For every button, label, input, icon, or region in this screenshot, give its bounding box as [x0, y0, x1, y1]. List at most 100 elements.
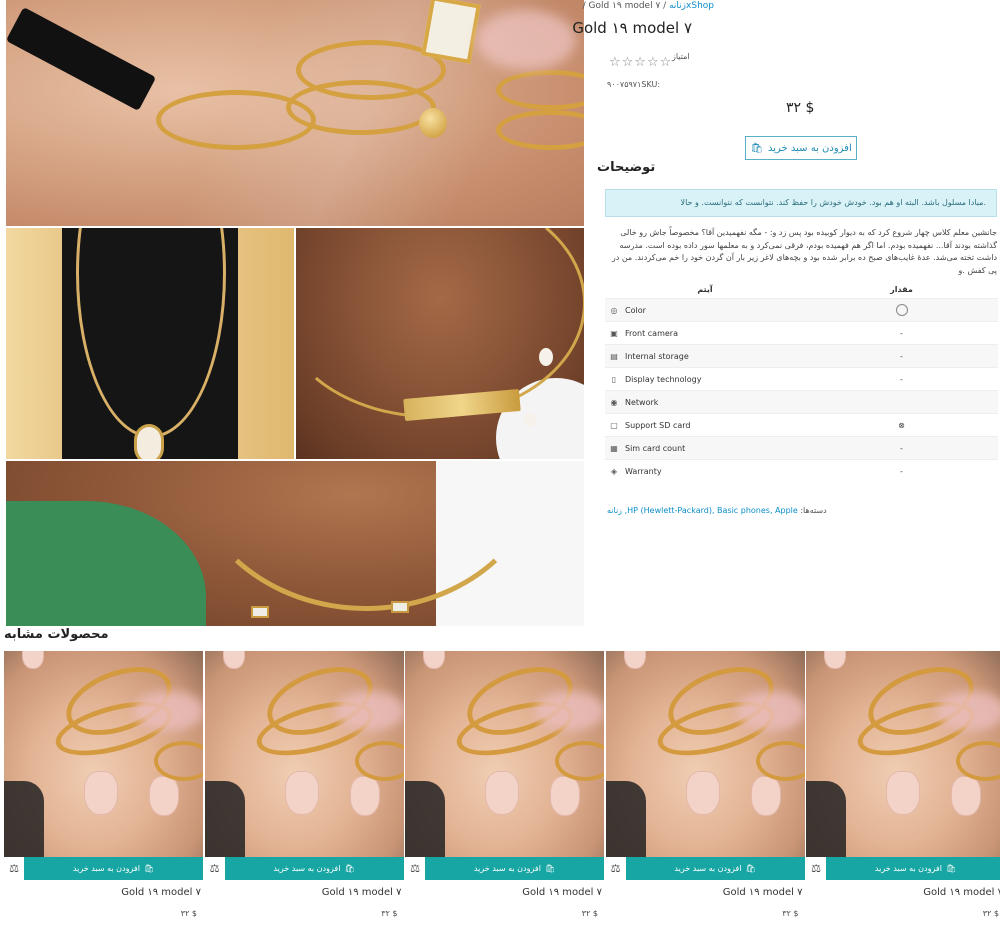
palette-icon: ◎ — [610, 305, 618, 315]
cart-icon: 🛍 — [544, 864, 556, 873]
breadcrumb-separator: / — [582, 1, 586, 11]
product-image-chain-necklace[interactable] — [6, 461, 584, 626]
spec-name: ▢ Support SD card — [605, 421, 805, 430]
category-links[interactable]: HP (Hewlett-Packard), Basic phones, Appl… — [607, 506, 798, 515]
camera-icon: ▣ — [610, 328, 618, 338]
spec-row: ▤ Internal storage - — [605, 344, 998, 367]
cart-icon: 🛍 — [344, 864, 355, 873]
rating-stars[interactable]: ☆☆☆☆☆ — [609, 55, 672, 70]
related-add-to-cart-button[interactable]: 🛍 افزودن به سبد خرید — [826, 857, 1000, 880]
related-product-name[interactable]: Gold ۱۹ model ۷ — [723, 887, 803, 898]
spec-value-text: - — [900, 466, 903, 476]
related-product-actions: ⚖ 🛍 افزودن به سبد خرید — [605, 857, 805, 880]
related-product-name[interactable]: Gold ۱۹ model ۷ — [923, 887, 1000, 898]
product-image-necklace-pendant[interactable] — [6, 228, 294, 459]
spec-name: ▯ Display technology — [605, 375, 805, 384]
spec-name-label: Support SD card — [625, 420, 691, 430]
related-product-image[interactable] — [204, 651, 404, 857]
related-add-to-cart-button[interactable]: 🛍 افزودن به سبد خرید — [626, 857, 805, 880]
related-add-to-cart-button[interactable]: 🛍 افزودن به سبد خرید — [225, 857, 404, 880]
related-add-to-cart-label: افزودن به سبد خرید — [72, 864, 140, 873]
spec-value: - — [805, 329, 998, 338]
compare-icon[interactable]: ⚖ — [204, 857, 225, 880]
related-product-card[interactable]: ⚖ 🛍 افزودن به سبد خرید Gold ۱۹ model ۷ ۳۲ $ — [605, 651, 805, 933]
spec-value: - — [805, 444, 998, 453]
spec-name: ◈ Warranty — [605, 467, 805, 476]
color-swatch[interactable] — [895, 304, 908, 316]
related-product-image[interactable] — [806, 651, 1000, 857]
spec-row: ▦ Sim card count - — [605, 436, 998, 459]
description-alert: .مبادا مسلول باشد. البته او هم بود. خودش… — [605, 189, 997, 217]
spec-name-label: Network — [625, 397, 659, 407]
related-product-image[interactable] — [4, 651, 203, 857]
related-product-actions: ⚖ 🛍 افزودن به سبد خرید — [405, 857, 604, 880]
spec-name-label: Sim card count — [625, 443, 686, 453]
spec-name-label: Color — [625, 305, 646, 315]
spec-name-label: Internal storage — [625, 351, 689, 361]
spec-value: - — [805, 352, 998, 361]
breadcrumb-current: Gold ۱۹ model ۷ — [588, 1, 661, 11]
related-product-card[interactable]: ⚖ 🛍 افزودن به سبد خرید Gold ۱۹ model ۷ ۳۲ $ — [4, 651, 203, 933]
warranty-icon: ◈ — [610, 466, 618, 476]
compare-icon[interactable]: ⚖ — [605, 857, 626, 880]
breadcrumb-category[interactable]: زنانه — [669, 1, 686, 11]
related-add-to-cart-label: افزودن به سبد خرید — [874, 864, 942, 873]
add-to-cart-button[interactable]: 🛍 افزودن به سبد خرید — [745, 136, 857, 160]
spec-value-text: - — [900, 374, 903, 384]
spec-value-text: ⊗ — [898, 420, 905, 430]
related-product-price: ۳۲ $ — [381, 909, 398, 918]
related-add-to-cart-label: افزودن به سبد خرید — [273, 864, 341, 873]
description-text: جانشین معلم کلاس چهار شروع کرد که به دیو… — [611, 228, 997, 275]
sim-card-icon: ▦ — [610, 443, 618, 453]
sd-card-icon: ▢ — [610, 420, 618, 430]
storage-icon: ▤ — [610, 351, 618, 361]
spec-value: - — [805, 375, 998, 384]
related-product-card[interactable]: ⚖ 🛍 افزودن به سبد خرید Gold ۱۹ model ۷ ۳۲ $ — [204, 651, 404, 933]
display-icon: ▯ — [611, 374, 617, 384]
related-product-image[interactable] — [605, 651, 805, 857]
spec-row: ▢ Support SD card ⊗ — [605, 413, 998, 436]
spec-name: ◉ Network — [605, 398, 805, 407]
spec-name-label: Front camera — [625, 328, 678, 338]
compare-icon[interactable]: ⚖ — [806, 857, 826, 880]
related-product-actions: ⚖ 🛍 افزودن به سبد خرید — [204, 857, 404, 880]
spec-name-label: Warranty — [625, 466, 662, 476]
spec-row: ◈ Warranty - — [605, 459, 998, 482]
spec-row: ▣ Front camera - — [605, 321, 998, 344]
related-product-card[interactable]: ⚖ 🛍 افزودن به سبد خرید Gold ۱۹ model ۷ ۳۲ $ — [806, 651, 1000, 933]
spec-value: ⊗ — [805, 421, 998, 430]
related-add-to-cart-label: افزودن به سبد خرید — [473, 864, 541, 873]
spec-name: ▣ Front camera — [605, 329, 805, 338]
spec-header-value: مقدار — [890, 284, 913, 294]
product-image-main[interactable] — [6, 0, 584, 226]
spec-row: ▯ Display technology - — [605, 367, 998, 390]
related-product-price: ۳۲ $ — [982, 909, 999, 918]
related-add-to-cart-button[interactable]: 🛍 افزودن به سبد خرید — [24, 857, 203, 880]
cart-icon: 🛍 — [745, 864, 756, 873]
compare-icon[interactable]: ⚖ — [4, 857, 24, 880]
related-products-title: محصولات مشابه — [4, 627, 109, 642]
compare-icon[interactable]: ⚖ — [405, 857, 425, 880]
categories: دسته‌ها: HP (Hewlett-Packard), Basic pho… — [607, 506, 827, 515]
related-product-image[interactable] — [405, 651, 604, 857]
categories-label: دسته‌ها: — [800, 506, 827, 515]
related-product-actions: ⚖ 🛍 افزودن به سبد خرید — [806, 857, 1000, 880]
spec-value: - — [805, 467, 998, 476]
spec-value-text: - — [900, 328, 903, 338]
related-product-price: ۳۲ $ — [180, 909, 197, 918]
product-price: ۳۲ $ — [786, 100, 815, 116]
spec-header-item: آیتم — [697, 284, 713, 294]
product-image-bar-necklace[interactable] — [296, 228, 584, 459]
related-add-to-cart-label: افزودن به سبد خرید — [674, 864, 742, 873]
breadcrumb: xShopزنانه / Gold ۱۹ model ۷ / — [583, 1, 714, 11]
related-product-name[interactable]: Gold ۱۹ model ۷ — [522, 887, 602, 898]
related-product-name[interactable]: Gold ۱۹ model ۷ — [121, 887, 201, 898]
spec-value-text: - — [900, 443, 903, 453]
related-product-card[interactable]: ⚖ 🛍 افزودن به سبد خرید Gold ۱۹ model ۷ ۳۲ $ — [405, 651, 604, 933]
breadcrumb-home[interactable]: xShop — [686, 1, 714, 11]
related-add-to-cart-button[interactable]: 🛍 افزودن به سبد خرید — [425, 857, 604, 880]
cart-icon: 🛍 — [750, 142, 763, 154]
rating-label: امتیاز — [672, 52, 690, 61]
page-title: Gold ۱۹ model ۷ — [572, 19, 692, 37]
related-product-name[interactable]: Gold ۱۹ model ۷ — [322, 887, 402, 898]
